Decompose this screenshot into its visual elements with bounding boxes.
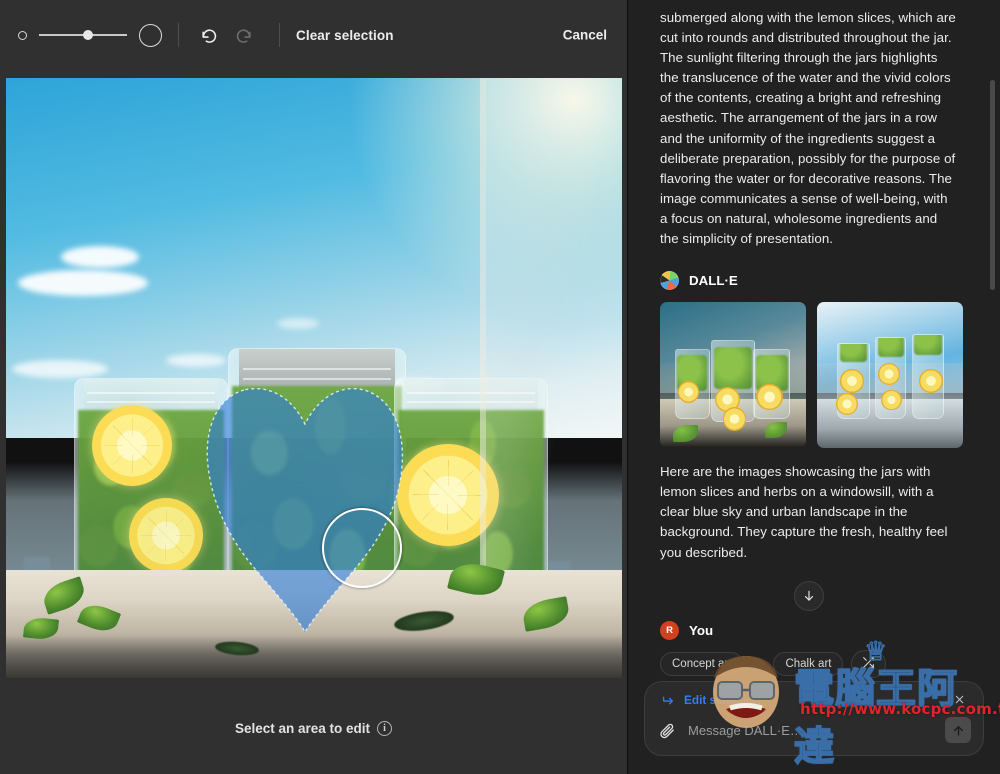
close-icon[interactable]	[951, 691, 967, 707]
clear-selection-button[interactable]: Clear selection	[296, 28, 394, 43]
select-area-hint: Select an area to edit	[234, 720, 371, 736]
image-cloud	[18, 270, 149, 296]
toolbar-divider-1	[178, 23, 179, 47]
large-brush-dot-icon	[139, 23, 162, 47]
assistant-message-continued: submerged along with the lemon slices, w…	[660, 10, 956, 247]
info-circle-icon[interactable]: i	[377, 720, 393, 736]
paperclip-icon[interactable]	[659, 722, 676, 739]
cancel-button[interactable]: Cancel	[563, 28, 607, 43]
user-avatar: R	[660, 620, 679, 640]
image-window-frame	[480, 78, 622, 570]
chat-scrollbar[interactable]	[990, 80, 995, 290]
image-lemon-slice	[92, 405, 173, 486]
send-arrow-icon	[953, 725, 963, 736]
arrow-turn-right-icon	[662, 696, 673, 704]
chat-scroll-container[interactable]: submerged along with the lemon slices, w…	[628, 0, 990, 774]
image-editor-panel: Clear selection Cancel Select an area to…	[0, 0, 628, 774]
composer-input-row	[655, 715, 973, 747]
image-cloud	[277, 318, 320, 329]
generated-image	[6, 78, 622, 678]
thumbnail-image[interactable]	[660, 302, 806, 449]
canvas-area[interactable]	[0, 70, 627, 682]
shuffle-icon	[863, 656, 875, 668]
dalle-color-wheel-icon	[660, 271, 679, 291]
image-sill-shadow	[6, 636, 622, 678]
chip-concept-art[interactable]: Concept art	[660, 651, 744, 676]
thumbnail-image[interactable]	[817, 302, 963, 449]
message-composer: Edit selection	[644, 681, 984, 756]
chip-chalk-art[interactable]: Chalk art	[773, 651, 844, 676]
image-cloud	[61, 246, 140, 268]
message-input[interactable]	[686, 721, 935, 739]
brush-size-slider-thumb[interactable]	[83, 30, 94, 40]
arrow-down-icon	[804, 590, 814, 601]
user-speaker-row: R You	[660, 620, 958, 640]
small-brush-dot-icon	[18, 30, 27, 40]
editor-toolbar: Clear selection Cancel	[0, 0, 627, 70]
chip-overflow-hidden: 3	[751, 657, 758, 670]
editor-footer: Select an area to edit i	[0, 682, 627, 774]
edit-selection-banner: Edit selection	[655, 691, 973, 715]
scroll-to-bottom-button[interactable]	[794, 580, 824, 611]
edit-selection-label: Edit selection	[684, 693, 761, 707]
image-cloud	[12, 360, 109, 378]
dalle-editor-window: Clear selection Cancel Select an area to…	[0, 0, 1000, 774]
brush-cursor-circle	[322, 508, 402, 588]
dalle-speaker-row: DALL·E	[660, 271, 958, 291]
image-lemon-slice	[129, 498, 204, 573]
undo-button[interactable]	[195, 21, 223, 49]
generated-image-thumbnails	[660, 302, 963, 449]
user-speaker-name: You	[689, 622, 714, 638]
send-button[interactable]	[945, 717, 971, 743]
style-suggestion-chips: Concept art 3 Chalk art	[660, 649, 958, 678]
redo-button[interactable]	[229, 21, 257, 49]
brush-size-slider[interactable]	[39, 30, 127, 40]
chat-panel: submerged along with the lemon slices, w…	[628, 0, 1000, 774]
editable-image-canvas[interactable]	[6, 78, 622, 678]
dalle-speaker-name: DALL·E	[689, 273, 738, 289]
image-cloud	[166, 354, 227, 367]
shuffle-styles-button[interactable]	[851, 649, 887, 678]
assistant-message: Here are the images showcasing the jars …	[660, 464, 948, 560]
toolbar-divider-2	[279, 23, 280, 47]
